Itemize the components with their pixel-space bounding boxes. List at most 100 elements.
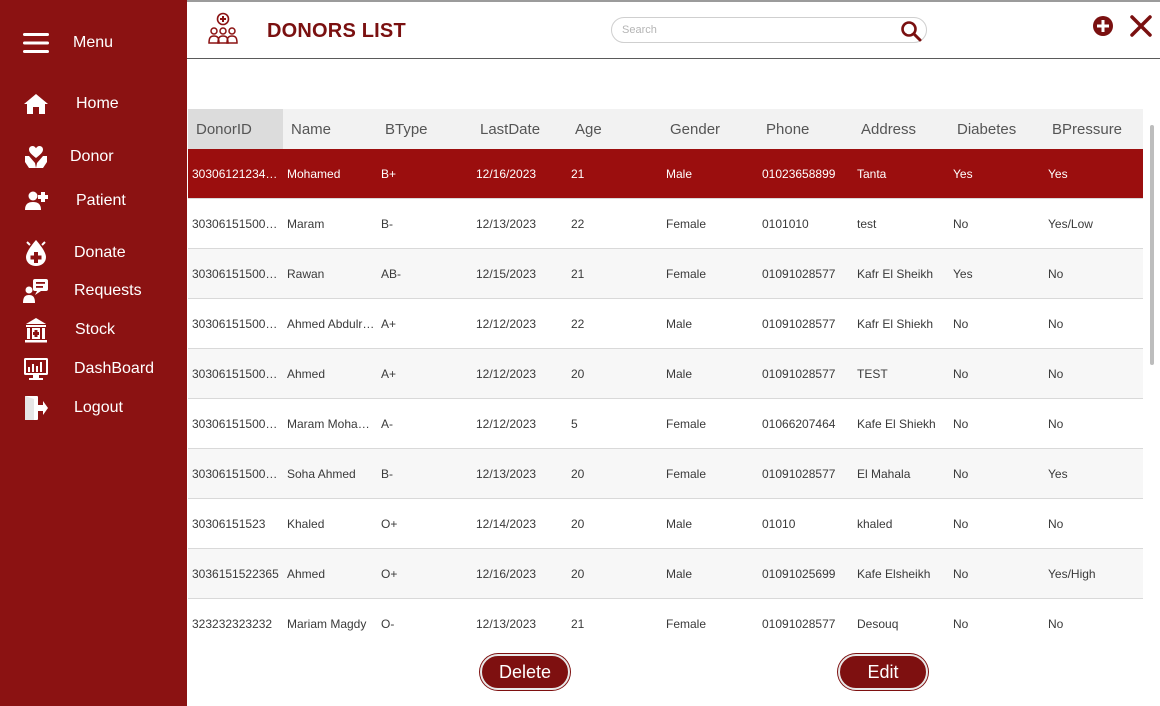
table-cell: Rawan: [287, 267, 325, 281]
search-icon[interactable]: [900, 20, 922, 42]
table-cell: 12/15/2023: [476, 267, 537, 281]
table-row[interactable]: 3036151522365 Ahmed O+ 12/16/2023 20 Male 0109…: [188, 549, 1143, 599]
scroll-thumb[interactable]: [1150, 125, 1154, 365]
table-cell: Kafe El Shiekh: [857, 417, 936, 431]
table-cell: 01023658899: [762, 167, 836, 181]
column-header[interactable]: Address: [853, 109, 949, 149]
table-cell: No: [953, 317, 969, 331]
table-row[interactable]: 30306151500677 Soha Ahmed B- 12/13/2023 20 Fe…: [188, 449, 1143, 499]
column-header[interactable]: Name: [283, 109, 377, 149]
sidebar-item-label: Donor: [70, 148, 114, 165]
table-cell: Ahmed: [287, 567, 326, 581]
table-cell: Female: [666, 617, 707, 631]
table-cell: khaled: [857, 517, 893, 531]
add-icon[interactable]: [1092, 15, 1114, 37]
sidebar-item-donor[interactable]: Donor: [0, 140, 187, 174]
close-icon[interactable]: [1129, 14, 1153, 38]
table-cell: Mohamed: [287, 167, 341, 181]
table-cell: No: [953, 517, 969, 531]
column-header[interactable]: Phone: [758, 109, 853, 149]
column-header[interactable]: Age: [567, 109, 662, 149]
table-cell: 12/13/2023: [476, 217, 537, 231]
table-cell: No: [1048, 367, 1064, 381]
sidebar-item-label: Requests: [74, 282, 142, 299]
table-cell: Maram Mohamed: [287, 417, 377, 431]
table-cell: 01091025699: [762, 567, 836, 581]
table-cell: Male: [666, 567, 693, 581]
table-cell: No: [953, 617, 969, 631]
sidebar-item-label: DashBoard: [74, 360, 155, 377]
stock-icon: [22, 316, 50, 344]
table-cell: 3036151522365: [192, 567, 279, 581]
table-cell: 20: [571, 467, 585, 481]
edit-button[interactable]: Edit: [838, 654, 928, 690]
sidebar-item-home[interactable]: Home: [0, 87, 187, 121]
table-cell: O+: [381, 567, 398, 581]
table-cell: 12/12/2023: [476, 367, 537, 381]
search-input[interactable]: [622, 21, 892, 39]
table-cell: 30306151500674: [192, 417, 283, 431]
table-cell: 01066207464: [762, 417, 836, 431]
table-cell: Male: [666, 367, 693, 381]
table-cell: test: [857, 217, 877, 231]
table-row[interactable]: 30306151500672 Ahmed Abdulrah... A+ 12/12/2…: [188, 299, 1143, 349]
delete-button[interactable]: Delete: [480, 654, 570, 690]
table-cell: Kafr El Shiekh: [857, 317, 934, 331]
table-cell: 20: [571, 367, 585, 381]
sidebar-item-label: Logout: [74, 399, 123, 416]
column-header[interactable]: BPressure: [1044, 109, 1143, 149]
sidebar-item-stock[interactable]: Stock: [0, 313, 187, 347]
table-cell: Yes/Low: [1048, 217, 1093, 231]
page-title: DONORS LIST: [267, 20, 406, 42]
table-cell: 01091028577: [762, 617, 836, 631]
table-cell: Yes: [953, 167, 973, 181]
table-cell: 12/16/2023: [476, 567, 537, 581]
table-header: DonorID Name BType LastDate Age Gender Phone Ad…: [188, 109, 1143, 149]
sidebar-item-requests[interactable]: Requests: [0, 274, 187, 308]
table-cell: A+: [381, 367, 397, 381]
table-cell: 30306151500673: [192, 367, 283, 381]
table-row[interactable]: 30306151500673 Ahmed A+ 12/12/2023 20 Male 010…: [188, 349, 1143, 399]
table-cell: No: [1048, 517, 1064, 531]
table-row[interactable]: 30306151500666 Rawan AB- 12/15/2023 21 Female…: [188, 249, 1143, 299]
table-row[interactable]: 30306151500662 Maram B- 12/13/2023 22 Female 0…: [188, 199, 1143, 249]
column-header[interactable]: LastDate: [472, 109, 567, 149]
table-cell: 01091028577: [762, 467, 836, 481]
column-header[interactable]: BType: [377, 109, 472, 149]
table-row[interactable]: 30306151500674 Maram Mohamed A- 12/12/2023 5…: [188, 399, 1143, 449]
table-cell: Male: [666, 317, 693, 331]
table-cell: 01010: [762, 517, 796, 531]
table-cell: No: [953, 417, 969, 431]
header-bar: DONORS LIST: [187, 0, 1160, 59]
table-cell: No: [953, 217, 969, 231]
table-cell: 0101010: [762, 217, 809, 231]
sidebar-item-logout[interactable]: Logout: [0, 391, 187, 425]
table-cell: Male: [666, 517, 693, 531]
table-cell: No: [1048, 417, 1064, 431]
table-cell: 30306151523: [192, 517, 266, 531]
table-cell: Female: [666, 267, 707, 281]
table-cell: Male: [666, 167, 693, 181]
vertical-scrollbar[interactable]: [1145, 109, 1159, 631]
sidebar-item-donate[interactable]: Donate: [0, 236, 187, 270]
table-cell: Yes: [953, 267, 973, 281]
sidebar-item-label: Patient: [76, 192, 126, 209]
table-row[interactable]: 323232323232 Mariam Magdy O- 12/13/2023 21 Fe…: [188, 599, 1143, 631]
table-cell: Ahmed: [287, 367, 326, 381]
table-row[interactable]: 30306121234588 Mohamed B+ 12/16/2023 21 Male 0…: [188, 149, 1143, 199]
table-cell: 21: [571, 267, 585, 281]
column-header[interactable]: Gender: [662, 109, 758, 149]
sidebar-item-menu[interactable]: Menu: [0, 26, 187, 60]
table-cell: O+: [381, 517, 398, 531]
sidebar: Menu Home Donor Patient Donate Requests …: [0, 0, 187, 706]
column-header[interactable]: Diabetes: [949, 109, 1044, 149]
table-row[interactable]: 30306151523 Khaled O+ 12/14/2023 20 Male 01010…: [188, 499, 1143, 549]
table-cell: Desouq: [857, 617, 899, 631]
table-cell: 20: [571, 567, 585, 581]
sidebar-item-patient[interactable]: Patient: [0, 184, 187, 218]
table-cell: 5: [571, 417, 578, 431]
table-cell: TEST: [857, 367, 888, 381]
table-cell: Yes/High: [1048, 567, 1096, 581]
sidebar-item-dashboard[interactable]: DashBoard: [0, 352, 187, 386]
column-header[interactable]: DonorID: [188, 109, 283, 149]
